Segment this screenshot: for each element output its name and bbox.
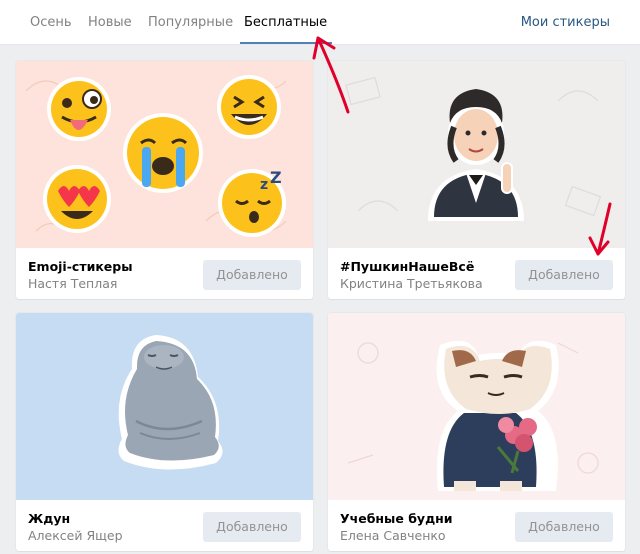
emoji-tongue-icon — [47, 77, 111, 141]
sticker-pack-preview — [328, 313, 625, 500]
sticker-pack-title[interactable]: #ПушкинНашеВсё — [340, 259, 474, 274]
sticker-pack-card[interactable]: #ПушкинНашеВсё Кристина Третьякова Добав… — [328, 61, 625, 299]
added-button[interactable]: Добавлено — [203, 512, 301, 542]
svg-text:z: z — [260, 177, 268, 193]
added-button[interactable]: Добавлено — [515, 512, 613, 542]
added-button[interactable]: Добавлено — [515, 260, 613, 290]
sticker-pack-author: Алексей Ящер — [28, 528, 123, 543]
cat-with-flowers-icon — [436, 340, 559, 491]
sticker-pack-card[interactable]: Ждун Алексей Ящер Добавлено — [16, 313, 313, 551]
tab-popular[interactable]: Популярные — [148, 0, 233, 45]
added-button[interactable]: Добавлено — [203, 260, 301, 290]
sticker-pack-author: Настя Теплая — [28, 276, 118, 291]
tab-new[interactable]: Новые — [88, 0, 132, 45]
sticker-pack-author: Елена Савченко — [340, 528, 446, 543]
tab-autumn[interactable]: Осень — [30, 0, 72, 45]
sticker-pack-preview: z Z — [16, 61, 313, 248]
sticker-pack-title[interactable]: Emoji-стикеры — [28, 259, 133, 274]
emoji-heart-eyes-icon — [43, 165, 111, 233]
sticker-pack-card[interactable]: z Z Emoji-стикеры Настя Теплая Добавлено — [16, 61, 313, 299]
sticker-pack-title[interactable]: Учебные будни — [340, 511, 453, 526]
annotation-arrow-icon — [312, 36, 350, 114]
sticker-pack-preview — [16, 313, 313, 500]
sticker-pack-preview — [328, 61, 625, 248]
sticker-pack-title[interactable]: Ждун — [28, 511, 70, 526]
svg-text:Z: Z — [270, 168, 282, 187]
emoji-laughing-icon — [217, 75, 281, 139]
annotation-arrow-icon — [588, 202, 612, 256]
my-stickers-link[interactable]: Мои стикеры — [521, 0, 610, 45]
sticker-pack-author: Кристина Третьякова — [340, 276, 483, 291]
sticker-pack-card[interactable]: Учебные будни Елена Савченко Добавлено — [328, 313, 625, 551]
emoji-crying-icon — [123, 113, 203, 193]
